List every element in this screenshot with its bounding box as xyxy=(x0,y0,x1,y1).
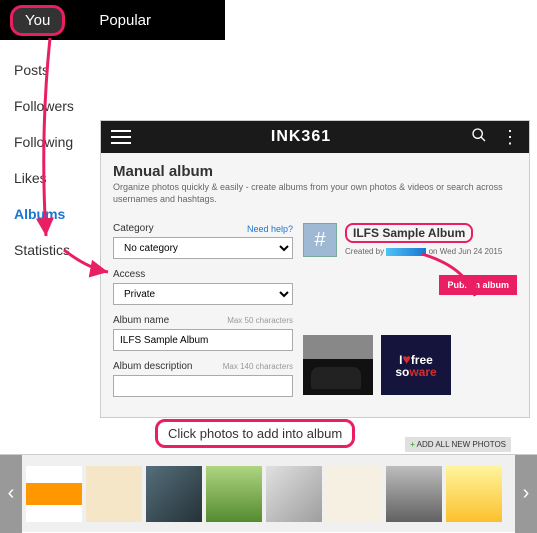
tab-you[interactable]: You xyxy=(10,5,65,36)
carousel-thumb[interactable] xyxy=(446,466,502,522)
carousel-thumb[interactable] xyxy=(326,466,382,522)
sidebar: Posts Followers Following Likes Albums S… xyxy=(0,40,95,268)
album-name-hint: Max 50 characters xyxy=(227,316,293,325)
album-desc-input[interactable] xyxy=(113,375,293,397)
hamburger-icon[interactable] xyxy=(111,130,131,144)
carousel-thumb[interactable] xyxy=(86,466,142,522)
category-select[interactable]: No category xyxy=(113,237,293,259)
sidebar-item-posts[interactable]: Posts xyxy=(14,52,95,88)
secondary-header: INK361 ⋮ xyxy=(101,121,529,153)
preview-thumb-1[interactable] xyxy=(303,335,373,395)
top-tabs: You Popular xyxy=(0,0,225,40)
carousel-thumb[interactable] xyxy=(146,466,202,522)
created-by: Created by on Wed Jun 24 2015 xyxy=(345,247,517,256)
sidebar-item-statistics[interactable]: Statistics xyxy=(14,232,95,268)
album-desc-hint: Max 140 characters xyxy=(223,362,293,371)
brand-logo: INK361 xyxy=(271,128,331,146)
carousel-thumb[interactable] xyxy=(206,466,262,522)
tab-popular[interactable]: Popular xyxy=(85,6,165,35)
sidebar-item-followers[interactable]: Followers xyxy=(14,88,95,124)
search-icon[interactable] xyxy=(471,127,487,148)
carousel-thumb[interactable] xyxy=(266,466,322,522)
add-all-button[interactable]: + ADD ALL NEW PHOTOS xyxy=(405,437,511,452)
hash-tile: # xyxy=(303,223,337,257)
carousel-thumb[interactable] xyxy=(26,466,82,522)
redacted-user xyxy=(386,248,426,256)
photo-carousel: ‹ › xyxy=(0,454,537,532)
page-subtitle: Organize photos quickly & easily - creat… xyxy=(113,182,517,205)
access-label: Access xyxy=(113,269,145,280)
album-name-input[interactable] xyxy=(113,329,293,351)
category-label: Category xyxy=(113,223,154,234)
page-title: Manual album xyxy=(113,163,517,180)
publish-button[interactable]: Publish album xyxy=(439,275,517,295)
form-right: # ILFS Sample Album Created by on Wed Ju… xyxy=(303,223,517,407)
album-desc-label: Album description xyxy=(113,361,192,372)
access-select[interactable]: Private xyxy=(113,283,293,305)
form-left: Category Need help? No category Access P… xyxy=(113,223,293,407)
callout-add-photos: Click photos to add into album xyxy=(155,419,355,448)
help-link[interactable]: Need help? xyxy=(247,224,293,234)
secondary-panel: INK361 ⋮ Manual album Organize photos qu… xyxy=(100,120,530,418)
sidebar-item-likes[interactable]: Likes xyxy=(14,160,95,196)
album-name-display: ILFS Sample Album xyxy=(345,223,473,243)
album-name-label: Album name xyxy=(113,315,169,326)
carousel-thumb[interactable] xyxy=(386,466,442,522)
more-icon[interactable]: ⋮ xyxy=(501,127,519,148)
sidebar-item-albums[interactable]: Albums xyxy=(14,196,95,232)
sidebar-item-following[interactable]: Following xyxy=(14,124,95,160)
carousel-prev[interactable]: ‹ xyxy=(0,455,22,533)
carousel-next[interactable]: › xyxy=(515,455,537,533)
preview-thumb-2[interactable]: I♥free soware xyxy=(381,335,451,395)
